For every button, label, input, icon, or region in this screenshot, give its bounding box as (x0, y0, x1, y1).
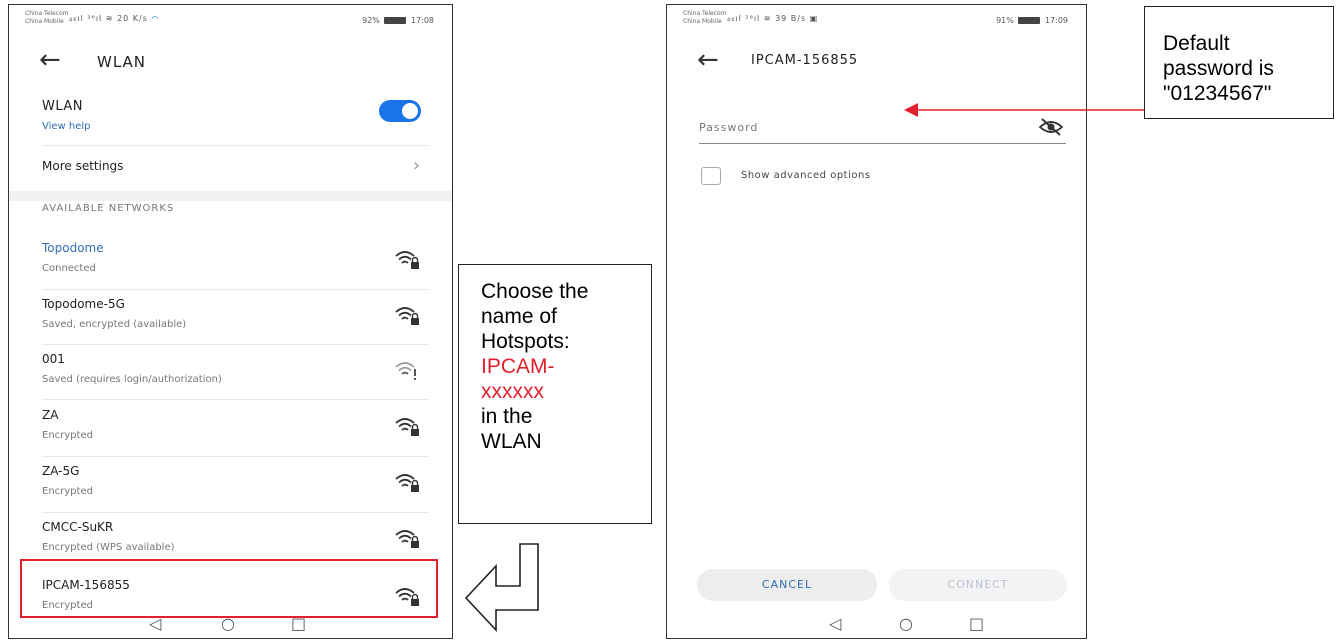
network-status: Connected (42, 263, 96, 274)
advanced-options-label: Show advanced options (741, 170, 871, 181)
connect-button[interactable]: CONNECT (889, 569, 1067, 601)
callout-text: password is (1163, 57, 1274, 80)
network-name: ZA-5G (42, 464, 80, 478)
carrier-labels: China Telecom China Mobile (683, 10, 727, 26)
battery-percent: 91% (996, 16, 1014, 25)
signal-icons: ₄₆ıl ²⁶ıl ≋ 39 B/s ▣ (727, 14, 819, 23)
pointer-arrow-icon (464, 543, 539, 633)
callout-highlight-text: xxxxxx (481, 380, 544, 403)
wifi-lock-icon (395, 418, 419, 436)
battery-icon (1018, 17, 1041, 24)
instruction-callout: Choose the name of Hotspots: IPCAM- xxxx… (458, 264, 652, 524)
network-name: Topodome (42, 241, 104, 255)
wifi-lock-icon (395, 474, 419, 492)
status-right: 92% 17:08 (362, 16, 434, 25)
back-arrow-icon[interactable]: ← (697, 47, 719, 73)
carrier-2: China Mobile (683, 18, 722, 25)
section-spacer (9, 191, 452, 201)
callout-text: in the (481, 405, 533, 428)
red-arrow-icon (904, 103, 1144, 117)
nav-back-icon[interactable]: ◁ (829, 614, 841, 633)
divider (42, 145, 428, 146)
carrier-labels: China Telecom China Mobile (25, 10, 69, 26)
nav-recents-icon[interactable]: □ (969, 614, 984, 633)
network-item[interactable]: 001 Saved (requires login/authorization) (9, 352, 452, 398)
signal-icons: ₄₆ıl ²⁶ıl ≋ 20 K/s ◠ (69, 14, 160, 23)
network-name: CMCC-SuKR (42, 520, 114, 534)
network-status: Encrypted (42, 430, 93, 441)
page-title: IPCAM-156855 (751, 53, 859, 68)
network-status: Saved, encrypted (available) (42, 319, 187, 330)
carrier-1: China Telecom (683, 10, 727, 17)
advanced-options-checkbox[interactable] (701, 167, 721, 185)
cancel-button[interactable]: CANCEL (697, 569, 877, 601)
wlan-switch[interactable] (379, 100, 421, 122)
highlight-box (20, 559, 438, 618)
view-help-link[interactable]: View help (42, 121, 91, 132)
password-callout: Default password is "01234567" (1144, 6, 1334, 119)
clock: 17:09 (1044, 16, 1068, 25)
callout-text: "01234567" (1163, 82, 1272, 105)
callout-text: Choose the (481, 280, 589, 303)
status-bar: China Telecom China Mobile ₄₆ıl ²⁶ıl ≋ 3… (667, 5, 1086, 35)
status-right: 91% 17:09 (996, 16, 1068, 25)
battery-icon (384, 17, 407, 24)
clock: 17:08 (410, 16, 434, 25)
network-name: Topodome-5G (42, 297, 125, 311)
callout-text: name of (481, 305, 557, 328)
network-item[interactable]: ZA Encrypted (9, 408, 452, 454)
divider (42, 512, 428, 513)
divider (42, 289, 428, 290)
wlan-label: WLAN (42, 99, 84, 114)
section-title: AVAILABLE NETWORKS (42, 203, 175, 214)
status-bar: China Telecom China Mobile ₄₆ıl ²⁶ıl ≋ 2… (9, 5, 452, 35)
net-speed-unit: B/s (790, 14, 807, 23)
network-status: Saved (requires login/authorization) (42, 374, 222, 385)
more-settings-row[interactable]: More settings › (9, 153, 452, 187)
network-name: 001 (42, 352, 65, 366)
switch-knob (402, 103, 418, 119)
network-item[interactable]: Topodome-5G Saved, encrypted (available) (9, 297, 452, 343)
app-header: ← WLAN (9, 43, 452, 83)
wifi-lock-icon (395, 251, 419, 269)
divider (42, 456, 428, 457)
network-status: Encrypted (WPS available) (42, 542, 175, 553)
network-name: ZA (42, 408, 59, 422)
nav-home-icon[interactable]: ○ (899, 614, 913, 633)
chevron-right-icon: › (412, 155, 420, 176)
page-title: WLAN (97, 53, 147, 71)
wifi-lock-icon (395, 307, 419, 325)
divider (42, 399, 428, 400)
network-item[interactable]: Topodome Connected (9, 241, 452, 287)
network-status: Encrypted (42, 486, 93, 497)
more-settings-label: More settings (42, 159, 124, 173)
carrier-2: China Mobile (25, 18, 64, 25)
app-header: ← IPCAM-156855 (667, 43, 1086, 83)
net-speed-value: 39 (775, 14, 788, 23)
sync-icon: ◠ (151, 14, 160, 23)
password-placeholder: Password (699, 121, 759, 134)
wlan-screen: China Telecom China Mobile ₄₆ıl ²⁶ıl ≋ 2… (8, 4, 453, 639)
image-icon: ▣ (809, 14, 819, 23)
net-speed-value: 20 (117, 14, 130, 23)
network-item[interactable]: ZA-5G Encrypted (9, 464, 452, 510)
battery-percent: 92% (362, 16, 380, 25)
wifi-lock-icon (395, 530, 419, 548)
system-nav-bar: ◁ ○ □ (667, 612, 1086, 638)
wifi-alert-icon (395, 362, 416, 380)
callout-highlight-text: IPCAM- (481, 355, 555, 378)
callout-text: WLAN (481, 430, 542, 453)
net-speed-unit: K/s (132, 14, 148, 23)
carrier-1: China Telecom (25, 10, 69, 17)
back-arrow-icon[interactable]: ← (39, 47, 61, 73)
callout-text: Default (1163, 32, 1230, 55)
callout-text: Hotspots: (481, 330, 570, 353)
divider (42, 344, 428, 345)
